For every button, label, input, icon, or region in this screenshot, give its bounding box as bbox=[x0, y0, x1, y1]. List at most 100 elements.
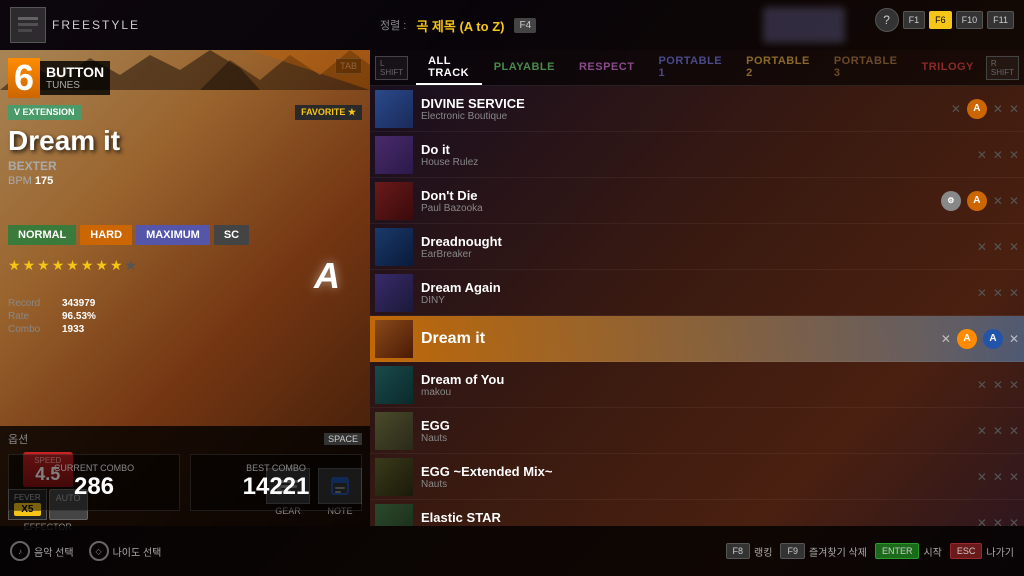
track-thumb bbox=[375, 136, 413, 174]
top-bar-left: FREESTYLE bbox=[0, 7, 150, 43]
track-row[interactable]: Dream Again DINY ✕ ✕ ✕ bbox=[370, 270, 1024, 316]
track-actions: ✕ ✕ ✕ bbox=[977, 424, 1019, 438]
record-label: Record bbox=[8, 298, 58, 309]
six-text-block: BUTTON TUNES bbox=[40, 61, 110, 95]
track-title: EGG bbox=[421, 418, 969, 433]
track-x-2: ✕ bbox=[993, 148, 1003, 162]
rate-label: Rate bbox=[8, 311, 58, 322]
track-row[interactable]: DIVINE SERVICE Electronic Boutique ✕ A ✕… bbox=[370, 86, 1024, 132]
diff-hard[interactable]: HARD bbox=[80, 225, 132, 245]
track-thumb bbox=[375, 366, 413, 404]
track-x-3: ✕ bbox=[1009, 516, 1019, 527]
tab-portable3[interactable]: PORTABLE 3 bbox=[822, 50, 910, 85]
diff-normal[interactable]: NORMAL bbox=[8, 225, 76, 245]
options-shortcut: SPACE bbox=[324, 433, 362, 445]
tab-respect[interactable]: RESPECT bbox=[567, 50, 646, 85]
track-row[interactable]: EGG Nauts ✕ ✕ ✕ bbox=[370, 408, 1024, 454]
track-row[interactable]: Dream of You makou ✕ ✕ ✕ bbox=[370, 362, 1024, 408]
esc-item[interactable]: ESC 나가기 bbox=[950, 543, 1014, 559]
f11-key[interactable]: F11 bbox=[987, 11, 1014, 29]
options-label: 옵션 bbox=[8, 431, 28, 447]
track-row[interactable]: Dreadnought EarBreaker ✕ ✕ ✕ bbox=[370, 224, 1024, 270]
track-title: Elastic STAR bbox=[421, 510, 969, 525]
freestyle-icon bbox=[10, 7, 46, 43]
sort-value: 곡 제목 (A to Z) bbox=[416, 16, 504, 35]
f9-text: 즐겨찾기 삭제 bbox=[809, 544, 867, 559]
track-list: DIVINE SERVICE Electronic Boutique ✕ A ✕… bbox=[370, 86, 1024, 526]
combo-row: Current Combo 286 Best Combo 14221 bbox=[8, 454, 362, 511]
track-row[interactable]: Elastic STAR Forte Escape ✕ ✕ ✕ bbox=[370, 500, 1024, 526]
track-row[interactable]: Do it House Rulez ✕ ✕ ✕ bbox=[370, 132, 1024, 178]
track-a-blue: A bbox=[983, 329, 1003, 349]
f10-key[interactable]: F10 bbox=[956, 11, 984, 29]
track-artist: Electronic Boutique bbox=[421, 111, 943, 122]
track-x-2: ✕ bbox=[993, 424, 1003, 438]
sort-shortcut: F4 bbox=[514, 18, 536, 33]
music-select-icon: ♪ bbox=[10, 541, 30, 561]
tab-portable2[interactable]: PORTABLE 2 bbox=[734, 50, 822, 85]
track-x-1: ✕ bbox=[941, 332, 951, 346]
f9-item[interactable]: F9 즐겨찾기 삭제 bbox=[780, 543, 867, 559]
tab-all[interactable]: ALL TRACK bbox=[416, 50, 482, 85]
f8-text: 랭킹 bbox=[754, 544, 772, 559]
track-row[interactable]: Don't Die Paul Bazooka ⚙ A ✕ ✕ bbox=[370, 178, 1024, 224]
track-title: Dream it bbox=[421, 330, 933, 348]
track-a-extra: ⚙ bbox=[941, 191, 961, 211]
track-title: Dreadnought bbox=[421, 234, 969, 249]
tunes-label: TUNES bbox=[46, 80, 104, 91]
track-x-2: ✕ bbox=[993, 470, 1003, 484]
tab-playable[interactable]: PLAYABLE bbox=[482, 50, 567, 85]
track-title: Dream of You bbox=[421, 372, 969, 387]
track-name: Do it House Rulez bbox=[421, 142, 969, 168]
track-actions: ✕ ✕ ✕ bbox=[977, 378, 1019, 392]
diff-maximum[interactable]: MAXIMUM bbox=[136, 225, 210, 245]
enter-text: 시작 bbox=[923, 544, 941, 559]
track-actions: ✕ ✕ ✕ bbox=[977, 240, 1019, 254]
track-x-2: ✕ bbox=[993, 102, 1003, 116]
left-panel: 6 BUTTON TUNES TAB V EXTENSION FAVORITE … bbox=[0, 50, 370, 526]
mode-label: FREESTYLE bbox=[52, 18, 140, 32]
track-x-2: ✕ bbox=[993, 378, 1003, 392]
f8-item[interactable]: F8 랭킹 bbox=[726, 543, 773, 559]
track-title: DIVINE SERVICE bbox=[421, 96, 943, 111]
track-artist: Nauts bbox=[421, 479, 969, 490]
diff-sc[interactable]: SC bbox=[214, 225, 249, 245]
star-7: ★ bbox=[95, 257, 108, 274]
track-actions: ✕ ✕ ✕ bbox=[977, 516, 1019, 527]
difficulty-select-item[interactable]: ◇ 나이도 선택 bbox=[89, 541, 162, 561]
track-artist: Paul Bazooka bbox=[421, 203, 933, 214]
tab-trilogy[interactable]: TRILOGY bbox=[910, 50, 986, 85]
song-info: Dream it BEXTER BPM 175 bbox=[8, 125, 120, 187]
current-combo-value: 286 bbox=[17, 473, 171, 502]
score-row: Record 343979 Rate 96.53% Combo 1933 bbox=[8, 298, 96, 337]
help-button[interactable]: ? bbox=[875, 8, 899, 32]
track-a-orange: A bbox=[967, 99, 987, 119]
track-actions: ✕ A ✕ ✕ bbox=[951, 99, 1019, 119]
track-row-selected[interactable]: Dream it ✕ A A ✕ bbox=[370, 316, 1024, 362]
combo-label: Combo bbox=[8, 324, 58, 335]
music-select-item[interactable]: ♪ 음악 선택 bbox=[10, 541, 74, 561]
f1-key[interactable]: F1 bbox=[903, 11, 926, 29]
track-x-3: ✕ bbox=[1009, 470, 1019, 484]
enter-item[interactable]: ENTER 시작 bbox=[875, 543, 942, 559]
tag-row: V EXTENSION FAVORITE ★ bbox=[8, 105, 362, 120]
tab-portable1[interactable]: PORTABLE 1 bbox=[646, 50, 734, 85]
star-1: ★ bbox=[8, 257, 21, 274]
best-combo-box: Best Combo 14221 bbox=[190, 454, 362, 511]
track-title: Do it bbox=[421, 142, 969, 157]
current-combo-box: Current Combo 286 bbox=[8, 454, 180, 511]
track-name: Dreadnought EarBreaker bbox=[421, 234, 969, 260]
f9-key: F9 bbox=[780, 543, 805, 559]
song-artist: BEXTER bbox=[8, 159, 120, 173]
f6-key[interactable]: F6 bbox=[929, 11, 952, 29]
rate-value: 96.53% bbox=[62, 311, 96, 322]
track-x-3: ✕ bbox=[1009, 102, 1019, 116]
track-thumb bbox=[375, 274, 413, 312]
right-panel: L SHIFT ALL TRACK PLAYABLE RESPECT PORTA… bbox=[370, 50, 1024, 526]
star-2: ★ bbox=[23, 257, 36, 274]
track-a-orange: A bbox=[957, 329, 977, 349]
record-value: 343979 bbox=[62, 298, 95, 309]
track-x-1: ✕ bbox=[977, 516, 987, 527]
track-row[interactable]: EGG ~Extended Mix~ Nauts ✕ ✕ ✕ bbox=[370, 454, 1024, 500]
track-name: EGG ~Extended Mix~ Nauts bbox=[421, 464, 969, 490]
